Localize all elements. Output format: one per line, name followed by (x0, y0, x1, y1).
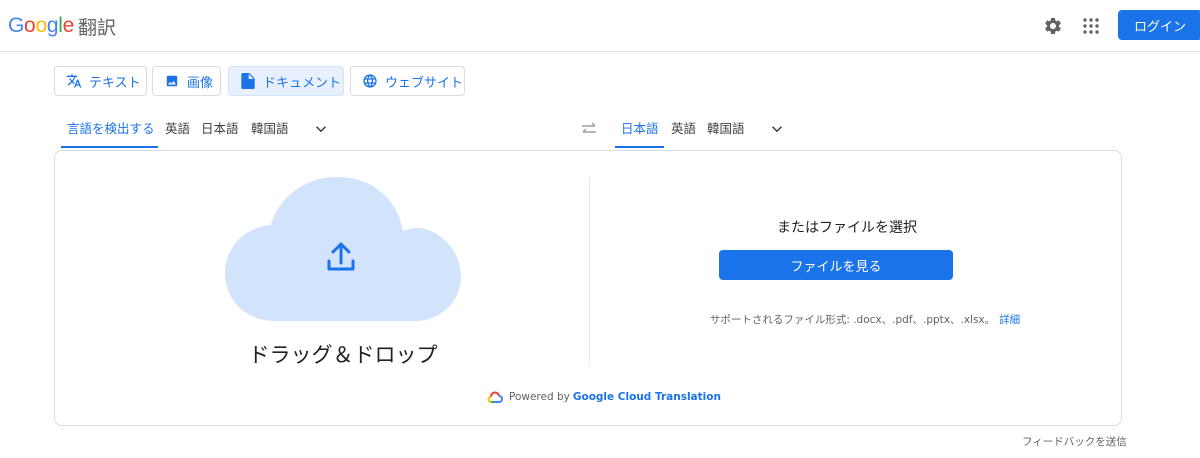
target-lang-japanese[interactable]: 日本語 (621, 121, 659, 137)
powered-by-text: Powered by (509, 391, 570, 403)
google-translate-logo[interactable]: Google 翻訳 (8, 12, 116, 40)
or-choose-file-label: またはファイルを選択 (777, 220, 917, 236)
supported-formats-text: サポートされるファイル形式: .docx、.pdf、.pptx、.xlsx。 (709, 314, 996, 326)
image-icon (163, 72, 181, 90)
tab-image[interactable]: 画像 (152, 66, 221, 96)
product-name: 翻訳 (77, 16, 116, 39)
google-wordmark: Google (8, 14, 74, 38)
document-upload-card: ドラッグ＆ドロップ またはファイルを選択 ファイルを見る サポートされるファイル… (54, 150, 1122, 426)
browse-files-button[interactable]: ファイルを見る (719, 250, 953, 280)
logo-letter: e (62, 14, 75, 37)
top-app-bar: Google 翻訳 ログイン (0, 0, 1200, 52)
tab-document[interactable]: ドキュメント (228, 66, 344, 96)
source-lang-korean[interactable]: 韓国語 (251, 121, 289, 137)
card-divider (589, 177, 590, 365)
powered-by-credit: Powered by Google Cloud Translation (487, 391, 721, 403)
source-lang-english[interactable]: 英語 (165, 121, 190, 137)
apps-grid-icon[interactable] (1078, 13, 1104, 39)
login-button[interactable]: ログイン (1118, 10, 1200, 40)
source-lang-japanese[interactable]: 日本語 (201, 121, 239, 137)
drag-drop-label: ドラッグ＆ドロップ (248, 343, 438, 367)
logo-letter: o (24, 14, 36, 37)
source-lang-active-indicator (61, 146, 158, 148)
swap-languages-icon[interactable] (580, 121, 598, 137)
globe-icon (361, 72, 379, 90)
logo-letter: G (8, 14, 25, 37)
source-lang-detect[interactable]: 言語を検出する (67, 121, 155, 137)
gear-icon[interactable] (1040, 13, 1066, 39)
tab-label: ウェブサイト (385, 75, 464, 91)
google-cloud-icon (487, 391, 503, 403)
tab-label: テキスト (89, 75, 141, 91)
translate-icon (65, 72, 83, 90)
supported-formats: サポートされるファイル形式: .docx、.pdf、.pptx、.xlsx。 詳細 (655, 312, 1075, 327)
tab-label: 画像 (187, 75, 214, 91)
cloud-upload-icon[interactable] (225, 175, 461, 321)
document-icon (239, 72, 257, 90)
logo-letter: g (46, 14, 59, 37)
tab-label: ドキュメント (263, 75, 342, 91)
google-cloud-translation-link[interactable]: Google Cloud Translation (573, 391, 721, 403)
target-lang-english[interactable]: 英語 (671, 121, 696, 137)
target-lang-korean[interactable]: 韓国語 (707, 121, 745, 137)
chevron-down-icon[interactable] (312, 120, 330, 138)
tab-website[interactable]: ウェブサイト (350, 66, 465, 96)
logo-letter: o (35, 14, 47, 37)
tab-text[interactable]: テキスト (54, 66, 147, 96)
send-feedback-link[interactable]: フィードバックを送信 (1022, 434, 1127, 449)
chevron-down-icon[interactable] (768, 120, 786, 138)
target-lang-active-indicator (615, 146, 664, 148)
details-link[interactable]: 詳細 (999, 314, 1020, 326)
